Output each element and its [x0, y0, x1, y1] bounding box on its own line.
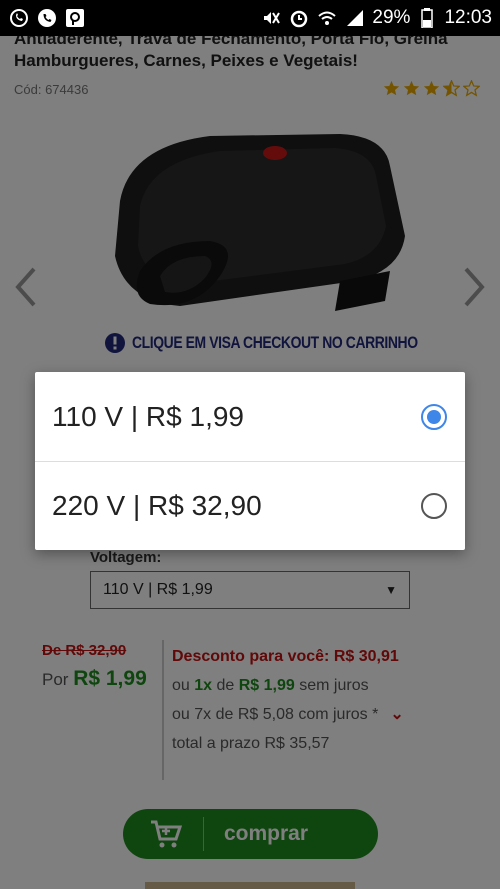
battery-percent: 29%: [372, 7, 411, 28]
radio-unchecked-icon[interactable]: [421, 493, 447, 519]
store-app-icon: [64, 7, 86, 29]
voltage-option-220v[interactable]: 220 V | R$ 32,90: [35, 461, 465, 550]
notification-icons: [8, 7, 86, 29]
phone-app-icon: [36, 7, 58, 29]
voltage-options-dialog: 110 V | R$ 1,99 220 V | R$ 32,90: [35, 372, 465, 550]
status-bar: 29% 12:03: [0, 0, 500, 36]
voltage-option-label: 220 V | R$ 32,90: [52, 490, 262, 521]
signal-icon: [344, 7, 366, 29]
voltage-option-label: 110 V | R$ 1,99: [52, 400, 244, 432]
mute-icon: [260, 7, 282, 29]
voltage-option-110v[interactable]: 110 V | R$ 1,99: [35, 372, 465, 461]
wifi-icon: [316, 7, 338, 29]
alarm-icon: [288, 7, 310, 29]
system-status: 29% 12:03: [260, 7, 492, 29]
radio-checked-icon[interactable]: [421, 403, 447, 430]
clock: 12:03: [444, 7, 492, 28]
battery-icon: [416, 7, 438, 29]
whatsapp-icon: [8, 7, 30, 29]
